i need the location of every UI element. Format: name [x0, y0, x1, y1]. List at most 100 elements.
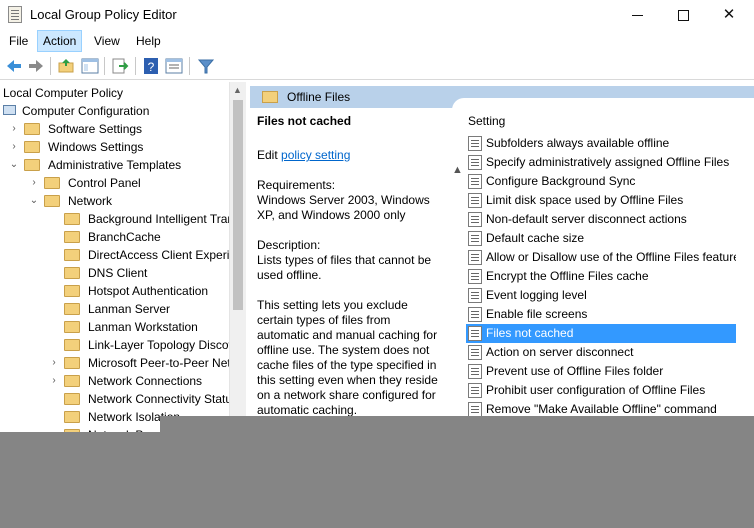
menu-file[interactable]: File: [4, 30, 33, 52]
edit-prefix: Edit: [257, 148, 278, 162]
toolbar: ?: [0, 52, 754, 80]
show-hide-tree-icon[interactable]: [81, 57, 99, 75]
tree-item[interactable]: BranchCache: [0, 228, 230, 246]
column-header-setting[interactable]: Setting: [468, 114, 505, 128]
toolbar-separator: [50, 57, 51, 75]
menu-view[interactable]: View: [89, 30, 125, 52]
scroll-up-icon[interactable]: ▲: [452, 164, 463, 176]
policy-setting-icon: [468, 193, 482, 208]
forward-arrow-icon[interactable]: [27, 57, 45, 75]
setting-row[interactable]: Subfolders always available offline: [466, 134, 736, 153]
setting-label: Non-default server disconnect actions: [486, 212, 687, 226]
tree-item[interactable]: Local Computer Policy: [0, 84, 230, 102]
edit-line: Edit policy setting: [257, 148, 350, 162]
folder-icon: [44, 177, 60, 189]
folder-icon: [24, 159, 40, 171]
setting-row[interactable]: Non-default server disconnect actions: [466, 210, 736, 229]
setting-label: Default cache size: [486, 231, 585, 245]
setting-row[interactable]: Action on server disconnect: [466, 343, 736, 362]
description-body: This setting lets you exclude certain ty…: [257, 298, 438, 417]
filter-icon[interactable]: [197, 57, 215, 75]
tree-item[interactable]: › Microsoft Peer-to-Peer Netw: [0, 354, 239, 372]
policy-setting-link[interactable]: policy setting: [281, 148, 350, 162]
tree-item[interactable]: Background Intelligent Trans: [0, 210, 240, 228]
setting-row[interactable]: Files not cached: [466, 324, 736, 343]
setting-row[interactable]: Event logging level: [466, 286, 736, 305]
tree-item[interactable]: Hotspot Authentication: [0, 282, 230, 300]
close-button[interactable]: ✕: [706, 0, 752, 30]
folder-icon: [262, 91, 278, 103]
back-arrow-icon[interactable]: [5, 57, 23, 75]
tree-item[interactable]: Link-Layer Topology Discove: [0, 336, 241, 354]
tree-item[interactable]: › Software Settings: [0, 120, 230, 138]
expand-icon[interactable]: ›: [8, 138, 20, 156]
scroll-up-icon[interactable]: ▲: [233, 85, 242, 95]
expand-icon[interactable]: ›: [48, 354, 60, 372]
setting-label: Files not cached: [486, 326, 574, 340]
tree-scrollbar[interactable]: ▲: [229, 82, 246, 432]
menu-bar: File Action View Help: [0, 30, 754, 52]
setting-row[interactable]: Enable file screens: [466, 305, 736, 324]
folder-icon: [64, 321, 80, 333]
properties-icon[interactable]: [165, 57, 183, 75]
tree-item[interactable]: Network Connectivity Status: [0, 390, 238, 408]
expand-icon[interactable]: ›: [8, 120, 20, 138]
policy-setting-icon: [468, 231, 482, 246]
setting-row[interactable]: Limit disk space used by Offline Files: [466, 191, 736, 210]
help-icon[interactable]: ?: [142, 57, 160, 75]
maximize-icon: [677, 9, 689, 21]
export-list-icon[interactable]: [111, 57, 129, 75]
minimize-button[interactable]: [614, 0, 660, 30]
setting-label: Subfolders always available offline: [486, 136, 670, 150]
tree-item-label: Lanman Workstation: [88, 320, 198, 334]
requirements-label: Requirements:: [257, 178, 336, 192]
policy-setting-icon: [468, 326, 482, 341]
policy-setting-icon: [468, 402, 482, 417]
tree-item[interactable]: DirectAccess Client Experien: [0, 246, 243, 264]
setting-row[interactable]: Prohibit user configuration of Offline F…: [466, 381, 736, 400]
toolbar-separator: [135, 57, 136, 75]
expand-icon[interactable]: ›: [48, 372, 60, 390]
menu-help[interactable]: Help: [131, 30, 166, 52]
tree-pane: Local Computer Policy Computer Configurat…: [0, 82, 246, 432]
tree-scroll-thumb[interactable]: [233, 100, 243, 310]
collapse-icon[interactable]: ⌄: [8, 156, 20, 174]
policy-setting-icon: [468, 212, 482, 227]
folder-icon: [64, 375, 80, 387]
tree-item[interactable]: ⌄ Network: [0, 192, 230, 210]
details-pane: Offline Files Files not cached Edit poli…: [250, 82, 754, 428]
tree-item[interactable]: Computer Configuration: [0, 102, 230, 120]
tree-item[interactable]: › Network Connections: [0, 372, 230, 390]
setting-label: Allow or Disallow use of the Offline Fil…: [486, 250, 736, 264]
tree-item[interactable]: Lanman Workstation: [0, 318, 230, 336]
tree-item[interactable]: › Windows Settings: [0, 138, 230, 156]
collapse-icon[interactable]: ⌄: [28, 192, 40, 210]
tree-item[interactable]: Lanman Server: [0, 300, 230, 318]
tree-item-label: Local Computer Policy: [3, 86, 124, 100]
tree-item[interactable]: DNS Client: [0, 264, 230, 282]
maximize-button[interactable]: [660, 0, 706, 30]
menu-action[interactable]: Action: [37, 30, 83, 52]
details-header-label: Offline Files: [287, 90, 351, 104]
expand-icon[interactable]: ›: [28, 174, 40, 192]
setting-label: Encrypt the Offline Files cache: [486, 269, 649, 283]
tree-item-label: Control Panel: [68, 176, 141, 190]
tree-item[interactable]: ⌄ Administrative Templates: [0, 156, 230, 174]
setting-label: Limit disk space used by Offline Files: [486, 193, 684, 207]
policy-title: Files not cached: [257, 114, 352, 128]
setting-row[interactable]: Prevent use of Offline Files folder: [466, 362, 736, 381]
up-folder-icon[interactable]: [57, 57, 75, 75]
setting-row[interactable]: Configure Background Sync: [466, 172, 736, 191]
setting-row[interactable]: Allow or Disallow use of the Offline Fil…: [466, 248, 736, 267]
close-icon: ✕: [722, 6, 736, 23]
policy-setting-icon: [468, 364, 482, 379]
tree-item-label: Administrative Templates: [48, 158, 182, 172]
folder-icon: [64, 357, 80, 369]
setting-row[interactable]: Encrypt the Offline Files cache: [466, 267, 736, 286]
setting-row[interactable]: Specify administratively assigned Offlin…: [466, 153, 736, 172]
requirements-text: Windows Server 2003, Windows XP, and Win…: [257, 193, 430, 222]
setting-row[interactable]: Default cache size: [466, 229, 736, 248]
tree-item-label: BranchCache: [88, 230, 161, 244]
window-title: Local Group Policy Editor: [30, 7, 177, 22]
tree-item[interactable]: › Control Panel: [0, 174, 230, 192]
